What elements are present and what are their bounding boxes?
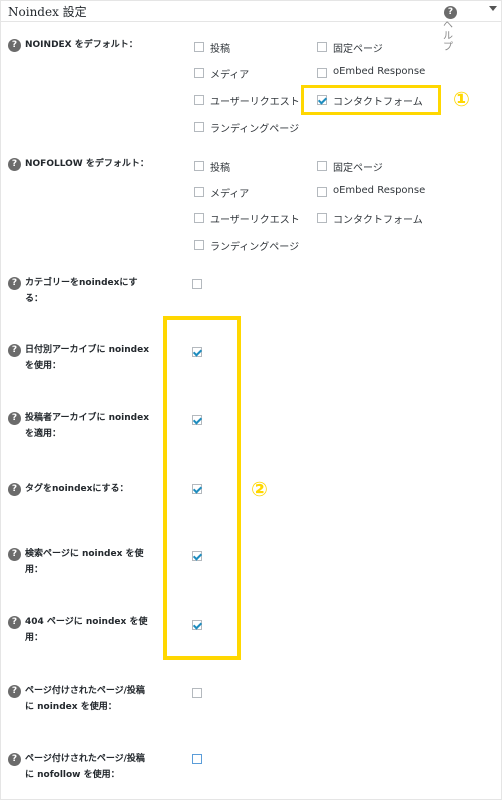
checkbox-nofollow-media[interactable] bbox=[194, 187, 204, 197]
help-icon[interactable]: ? bbox=[8, 483, 21, 496]
option-label: ユーザーリクエスト bbox=[210, 97, 300, 108]
help-icon[interactable]: ? bbox=[8, 277, 21, 290]
help-icon[interactable]: ? bbox=[8, 753, 21, 766]
label-line: 投稿者アーカイブに noindex bbox=[25, 413, 150, 423]
option-label: 投稿 bbox=[210, 44, 230, 55]
annotation-marker-2: ② bbox=[251, 477, 268, 501]
help-icon[interactable]: ? bbox=[8, 344, 21, 357]
checkbox-nofollow-page[interactable] bbox=[317, 161, 327, 171]
option-label: ランディングページ bbox=[210, 124, 300, 135]
noindex-default-label: NOINDEX をデフォルト： bbox=[25, 40, 138, 50]
option-label: oEmbed Response bbox=[333, 185, 426, 196]
label-line: る： bbox=[25, 294, 44, 304]
checkbox-paginated-noindex[interactable] bbox=[192, 688, 202, 698]
label-line: タグをnoindexにする： bbox=[25, 484, 129, 494]
option-label: 固定ページ bbox=[333, 44, 383, 55]
checkbox-category-noindex[interactable] bbox=[192, 279, 202, 289]
search-page-label: 検索ページに noindex を使 用： bbox=[25, 546, 144, 578]
option-label: oEmbed Response bbox=[333, 66, 426, 77]
help-icon[interactable]: ? bbox=[8, 685, 21, 698]
highlight-box-2 bbox=[163, 316, 241, 660]
help-icon[interactable]: ? bbox=[8, 412, 21, 425]
checkbox-nofollow-oembed[interactable] bbox=[317, 187, 327, 197]
label-line: ページ付けされたページ/投稿 bbox=[25, 686, 145, 696]
paginated-noindex-label: ページ付けされたページ/投稿 に noindex を使用： bbox=[25, 683, 145, 715]
help-icon[interactable]: ? bbox=[8, 616, 21, 629]
label-line: 用： bbox=[25, 633, 44, 643]
collapse-toggle-icon[interactable] bbox=[489, 6, 497, 11]
tag-noindex-label: タグをnoindexにする： bbox=[25, 481, 129, 497]
checkbox-nofollow-landing-page[interactable] bbox=[194, 240, 204, 250]
label-line: に nofollow を使用： bbox=[25, 770, 120, 780]
author-archive-label: 投稿者アーカイブに noindex を適用： bbox=[25, 410, 149, 442]
highlight-box-1 bbox=[301, 85, 441, 115]
label-line: 用： bbox=[25, 565, 44, 575]
label-line: 日付別アーカイブに noindex bbox=[25, 345, 150, 355]
checkbox-noindex-oembed[interactable] bbox=[317, 68, 327, 78]
checkbox-noindex-media[interactable] bbox=[194, 68, 204, 78]
label-line: を使用： bbox=[25, 361, 62, 371]
annotation-marker-1: ① bbox=[453, 87, 470, 111]
nofollow-default-label: NOFOLLOW をデフォルト： bbox=[25, 159, 149, 169]
checkbox-nofollow-user-request[interactable] bbox=[194, 213, 204, 223]
label-line: 検索ページに noindex を使 bbox=[25, 549, 144, 559]
page-404-label: 404 ページに noindex を使 用： bbox=[25, 614, 147, 646]
help-icon[interactable]: ? bbox=[8, 158, 21, 171]
checkbox-noindex-page[interactable] bbox=[317, 42, 327, 52]
label-line: カテゴリーをnoindexにす bbox=[25, 278, 138, 288]
option-label: ユーザーリクエスト bbox=[210, 215, 300, 226]
checkbox-nofollow-post[interactable] bbox=[194, 161, 204, 171]
option-label: ランディングページ bbox=[210, 242, 300, 253]
paginated-nofollow-label: ページ付けされたページ/投稿 に nofollow を使用： bbox=[25, 751, 145, 783]
option-label: メディア bbox=[210, 70, 250, 81]
option-label: 投稿 bbox=[210, 163, 230, 174]
help-icon[interactable]: ? bbox=[8, 548, 21, 561]
date-archive-label: 日付別アーカイブに noindex を使用： bbox=[25, 342, 149, 374]
checkbox-noindex-landing-page[interactable] bbox=[194, 122, 204, 132]
checkbox-noindex-post[interactable] bbox=[194, 42, 204, 52]
option-label: コンタクトフォーム bbox=[333, 215, 423, 226]
help-icon[interactable]: ? bbox=[8, 39, 21, 52]
label-line: を適用： bbox=[25, 429, 62, 439]
option-label: 固定ページ bbox=[333, 163, 383, 174]
checkbox-nofollow-contact-form[interactable] bbox=[317, 213, 327, 223]
label-line: に noindex を使用： bbox=[25, 702, 117, 712]
checkbox-noindex-user-request[interactable] bbox=[194, 95, 204, 105]
help-label[interactable]: ヘルプ bbox=[443, 20, 453, 53]
help-icon[interactable]: ? bbox=[444, 6, 457, 19]
option-label: メディア bbox=[210, 189, 250, 200]
label-line: 404 ページに noindex を使 bbox=[25, 617, 148, 627]
checkbox-paginated-nofollow[interactable] bbox=[192, 754, 202, 764]
noindex-settings-panel: Noindex 設定 ? ヘルプ ? NOINDEX をデフォルト： 投稿 固定… bbox=[0, 0, 502, 800]
label-line: ページ付けされたページ/投稿 bbox=[25, 754, 145, 764]
panel-header: Noindex 設定 bbox=[1, 1, 501, 22]
panel-title: Noindex 設定 bbox=[8, 5, 87, 19]
category-noindex-label: カテゴリーをnoindexにす る： bbox=[25, 275, 138, 307]
